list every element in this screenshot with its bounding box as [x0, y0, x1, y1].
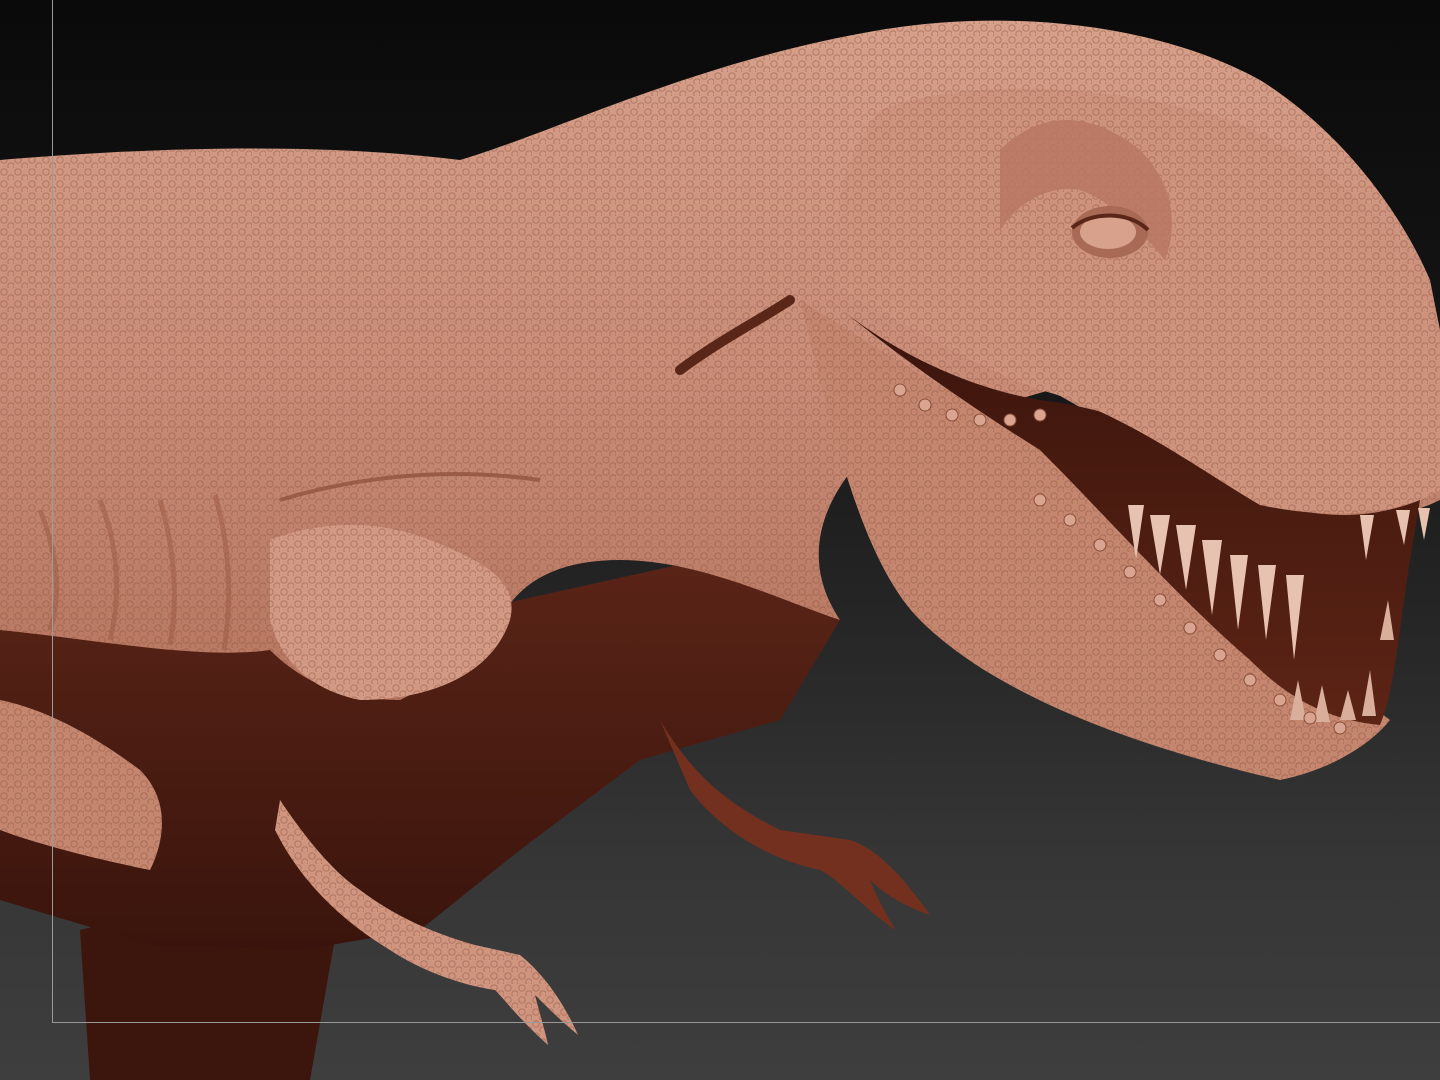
- far-arm: [660, 720, 930, 930]
- eye: [1070, 206, 1150, 258]
- trex-sculpt-icon[interactable]: [0, 0, 1440, 1080]
- sculpt-viewport[interactable]: [0, 0, 1440, 1080]
